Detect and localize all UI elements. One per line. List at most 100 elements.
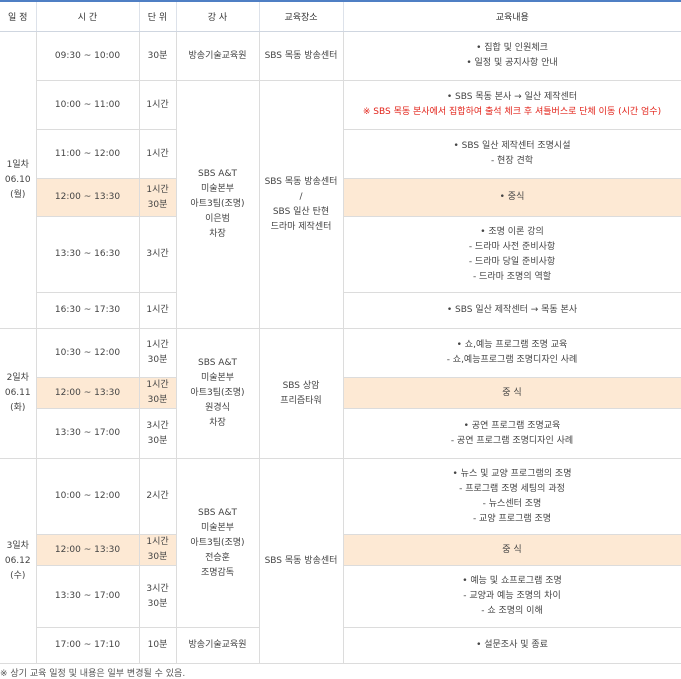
content-cell: • 쇼,예능 프로그램 조명 교육 - 쇼,예능프로그램 조명디자인 사례 xyxy=(342,328,681,378)
schedule-table: 일 정 시 간 단 위 강 사 교육장소 교육내용 1일차 06.10 (월) … xyxy=(0,0,681,664)
unit-line: 30분 xyxy=(147,552,168,562)
unit-line: 30분 xyxy=(147,355,168,365)
content-line: • 예능 및 쇼프로그램 조명 xyxy=(462,576,562,586)
time-cell: 16:30 ~ 17:30 xyxy=(36,292,140,329)
day-date: 06.10 xyxy=(4,174,31,185)
time-cell: 12:00 ~ 13:30 xyxy=(36,178,140,217)
unit-line: 30분 xyxy=(147,598,168,609)
instructor-line: 조명감독 xyxy=(200,567,235,578)
location-cell: SBS 상암 프리즘타워 xyxy=(258,328,344,459)
unit-line: 30분 xyxy=(147,435,168,446)
time-cell: 09:30 ~ 10:00 xyxy=(35,31,140,81)
instructor-line: 차장 xyxy=(209,229,226,239)
location-line: 프리즘타워 xyxy=(280,395,322,406)
table-row: 2일차 06.11 (화) 10:30 ~ 12:00 1시간 30분 SBS … xyxy=(0,328,681,459)
content-line: - 드라마 사전 준비사항 xyxy=(468,241,556,252)
table-row: 1일차 06.10 (월) 09:30 ~ 10:00 30분 방송기술교육원 … xyxy=(0,31,681,329)
header-unit: 단 위 xyxy=(138,0,176,32)
unit-cell: 1시간 30분 xyxy=(138,377,177,409)
content-cell: • 예능 및 쇼프로그램 조명 - 교양과 예능 조명의 차이 - 쇼 조명의 … xyxy=(342,565,681,628)
day-weekday: (수) xyxy=(10,570,26,581)
content-cell: • SBS 목동 본사 → 일산 제작센터 ※ SBS 목동 본사에서 집합하여… xyxy=(342,80,681,130)
content-line: • 공연 프로그램 조명교육 xyxy=(463,420,561,431)
instructor-line: 원경식 xyxy=(205,403,230,413)
day-cell: 2일차 06.11 (화) xyxy=(0,328,37,459)
header-day: 일 정 xyxy=(0,0,36,32)
content-line: • SBS 목동 본사 → 일산 제작센터 xyxy=(446,92,578,102)
instructor-line: 아트3팀(조명) xyxy=(190,537,245,548)
time-cell: 10:30 ~ 12:00 xyxy=(35,328,140,378)
unit-line: 30분 xyxy=(147,199,168,210)
time-cell: 12:00 ~ 13:30 xyxy=(36,377,140,409)
content-line: • 조명 이론 강의 xyxy=(480,226,544,237)
content-line: • 집합 및 인원체크 xyxy=(476,43,548,53)
content-line: - 쇼 조명의 이해 xyxy=(481,606,543,616)
day-cell: 3일차 06.12 (수) xyxy=(0,458,37,664)
time-cell: 10:00 ~ 12:00 xyxy=(35,458,140,535)
unit-line: 1시간 xyxy=(146,184,169,195)
content-line: • 쇼,예능 프로그램 조명 교육 xyxy=(456,340,568,350)
table-row: 3일차 06.12 (수) 10:00 ~ 12:00 2시간 SBS A&T … xyxy=(0,458,681,664)
location-cell: SBS 목동 방송센터 xyxy=(258,31,344,81)
time-cell: 12:00 ~ 13:30 xyxy=(36,534,140,566)
unit-cell: 30분 xyxy=(138,31,177,81)
unit-line: 30분 xyxy=(147,395,168,405)
header-time: 시 간 xyxy=(35,0,139,32)
unit-cell: 2시간 xyxy=(138,458,177,535)
header-row: 일 정 시 간 단 위 강 사 교육장소 교육내용 xyxy=(0,0,681,32)
time-cell: 11:00 ~ 12:00 xyxy=(36,129,140,179)
day-weekday: (월) xyxy=(10,189,26,200)
unit-cell: 10분 xyxy=(138,627,177,664)
content-line: - 뉴스센터 조명 xyxy=(482,498,542,509)
header-location: 교육장소 xyxy=(258,0,343,32)
instructor-line: 차장 xyxy=(209,418,226,428)
content-line: • 뉴스 및 교양 프로그램의 조명 xyxy=(452,468,572,479)
location-line: 드라마 제작센터 xyxy=(270,221,332,232)
content-cell: 중 식 xyxy=(342,377,681,409)
unit-line: 1시간 xyxy=(146,537,169,547)
unit-line: 3시간 xyxy=(146,583,169,594)
schedule-page: 일 정 시 간 단 위 강 사 교육장소 교육내용 1일차 06.10 (월) … xyxy=(0,0,681,679)
content-line: - 교양과 예능 조명의 차이 xyxy=(463,591,561,601)
content-cell: • 집합 및 인원체크 • 일정 및 공지사항 안내 xyxy=(342,31,681,81)
content-line: - 쇼,예능프로그램 조명디자인 사례 xyxy=(446,355,578,365)
time-cell: 13:30 ~ 17:00 xyxy=(36,408,140,459)
instructor-line: SBS A&T xyxy=(198,507,237,518)
unit-cell: 3시간 30분 xyxy=(138,408,177,459)
content-cell: • 중식 xyxy=(342,178,681,217)
content-line: - 프로그램 조명 세팅의 과정 xyxy=(459,483,565,494)
day-date: 06.11 xyxy=(4,388,31,398)
instructor-line: 이은범 xyxy=(205,214,230,224)
instructor-cell: SBS A&T 미술본부 아트3팀(조명) 전승훈 조명감독 xyxy=(175,458,260,628)
time-cell: 10:00 ~ 11:00 xyxy=(36,80,140,130)
day-weekday: (화) xyxy=(10,403,26,413)
location-line: SBS 상암 xyxy=(282,380,320,391)
instructor-cell: SBS A&T 미술본부 아트3팀(조명) 이은범 차장 xyxy=(175,80,260,329)
location-line: / xyxy=(299,191,303,202)
unit-line: 3시간 xyxy=(146,420,169,431)
content-cell: • 설문조사 및 종료 xyxy=(342,627,681,664)
day-label: 1일차 xyxy=(6,159,29,170)
instructor-line: 아트3팀(조명) xyxy=(190,388,245,398)
content-line: - 드라마 당일 준비사항 xyxy=(468,256,556,267)
content-line: - 드라마 조명의 역할 xyxy=(472,271,552,282)
header-content: 교육내용 xyxy=(342,0,681,32)
unit-cell: 1시간 30분 xyxy=(138,328,177,378)
day-date: 06.12 xyxy=(4,555,31,566)
instructor-line: 미술본부 xyxy=(200,522,235,533)
content-cell: • SBS 일산 제작센터 → 목동 본사 xyxy=(342,292,681,329)
unit-cell: 1시간 xyxy=(138,80,177,130)
content-line: • SBS 일산 제작센터 조명시설 xyxy=(453,141,571,151)
instructor-line: 미술본부 xyxy=(200,373,235,383)
instructor-cell: 방송기술교육원 xyxy=(175,31,260,81)
content-line: • 일정 및 공지사항 안내 xyxy=(466,58,558,68)
content-cell: • 공연 프로그램 조명교육 - 공연 프로그램 조명디자인 사례 xyxy=(342,408,681,459)
notice-line: ※ SBS 목동 본사에서 집합하여 출석 체크 후 셔틀버스로 단체 이동 (… xyxy=(362,107,662,117)
unit-cell: 3시간 30분 xyxy=(138,565,177,628)
location-line: SBS 일산 탄현 xyxy=(272,206,330,217)
location-line: SBS 목동 방송센터 xyxy=(264,176,338,187)
unit-cell: 1시간 30분 xyxy=(138,534,177,566)
content-line: - 교양 프로그램 조명 xyxy=(472,513,552,524)
content-line: - 현장 견학 xyxy=(490,156,534,166)
instructor-line: 미술본부 xyxy=(200,184,235,194)
